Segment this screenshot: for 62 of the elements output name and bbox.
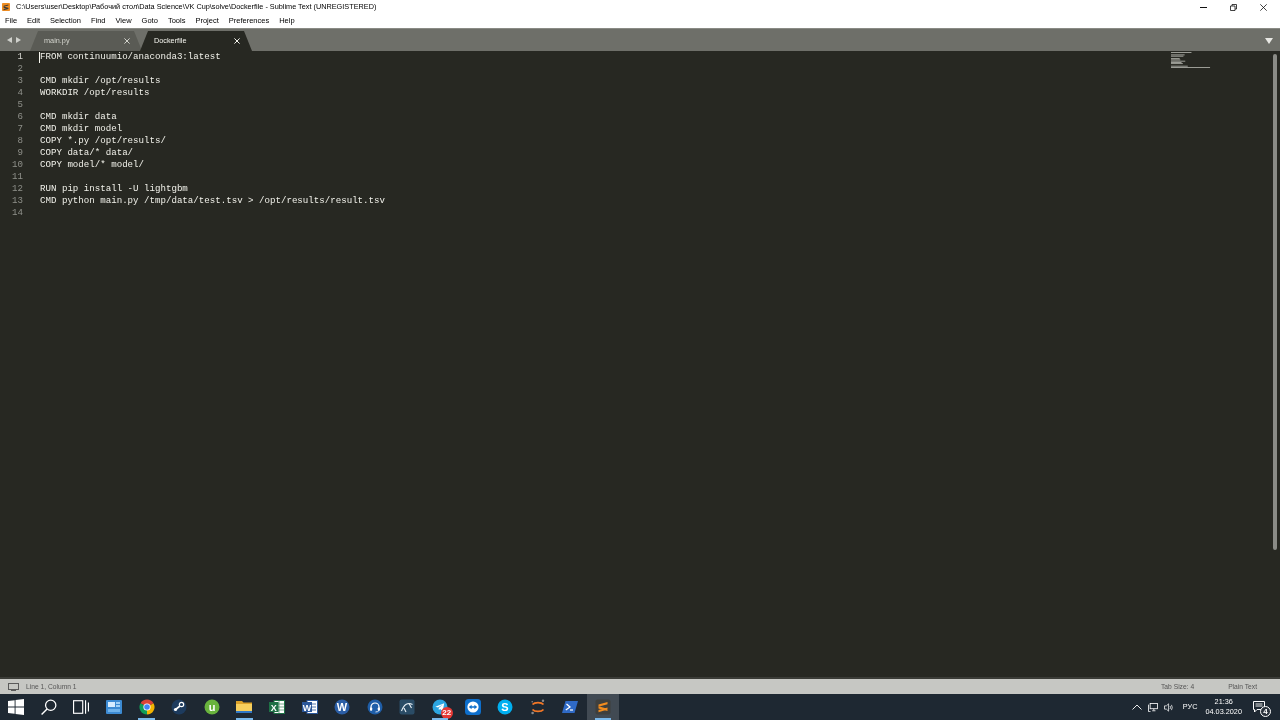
folder-icon bbox=[236, 699, 253, 715]
dropdown-icon[interactable] bbox=[1265, 38, 1273, 44]
line-number: 13 bbox=[11, 195, 23, 207]
double-arrow-icon bbox=[464, 699, 481, 715]
taskbar-button[interactable] bbox=[586, 694, 620, 720]
striped-tile-icon bbox=[2, 3, 10, 11]
code-line: CMD mkdir model bbox=[40, 123, 123, 135]
restore-icon bbox=[1229, 3, 1237, 11]
line-number: 14 bbox=[11, 207, 23, 219]
close-icon bbox=[1259, 3, 1267, 11]
line-number: 10 bbox=[11, 159, 23, 171]
line-number: 1 bbox=[16, 51, 23, 63]
minimize-icon bbox=[1199, 6, 1207, 8]
chevron-up-icon[interactable] bbox=[1131, 704, 1142, 710]
count-badge: 4 bbox=[1260, 706, 1271, 717]
letter-circle-icon: S bbox=[497, 699, 514, 715]
line-number: 5 bbox=[16, 99, 23, 111]
browser-icon bbox=[138, 699, 155, 715]
letter-circle-icon: W bbox=[334, 699, 351, 715]
code-line: COPY data/* data/ bbox=[40, 147, 134, 159]
code-line: CMD mkdir /opt/results bbox=[40, 75, 161, 87]
scrollbar-thumb[interactable] bbox=[1273, 54, 1277, 550]
code-line: CMD mkdir data bbox=[40, 111, 117, 123]
taskbar-button[interactable]: W bbox=[293, 694, 326, 720]
line-number: 11 bbox=[11, 171, 23, 183]
orbit-arcs-icon bbox=[529, 699, 546, 715]
speech-bubble-icon bbox=[1253, 701, 1265, 713]
screen-icon[interactable] bbox=[8, 682, 19, 691]
minimap[interactable] bbox=[1171, 52, 1211, 70]
task-view-icon bbox=[73, 699, 90, 715]
code-line: FROM continuumio/anaconda3:latest bbox=[40, 51, 221, 63]
start-icon bbox=[8, 699, 25, 715]
taskbar-button[interactable]: 22 bbox=[423, 694, 457, 720]
line-number: 7 bbox=[16, 123, 23, 135]
key-circle-icon bbox=[171, 699, 188, 715]
line-number: 8 bbox=[16, 135, 23, 147]
network-icon[interactable] bbox=[1147, 702, 1158, 712]
code-line: RUN pip install -U lightgbm bbox=[40, 183, 188, 195]
right-arrow-icon[interactable] bbox=[16, 37, 21, 43]
line-number: 3 bbox=[16, 75, 23, 87]
line-number: 9 bbox=[16, 147, 23, 159]
notification-button[interactable]: 4 bbox=[1246, 694, 1272, 720]
search-icon bbox=[40, 699, 57, 715]
code-line: COPY *.py /opt/results/ bbox=[40, 135, 166, 147]
taskbar-button[interactable]: W bbox=[325, 694, 359, 720]
curve-tile-icon bbox=[399, 699, 416, 715]
line-number: 4 bbox=[16, 87, 23, 99]
volume-icon[interactable] bbox=[1163, 702, 1174, 712]
line-number: 2 bbox=[16, 63, 23, 75]
code-line: WORKDIR /opt/results bbox=[40, 87, 150, 99]
code-line: COPY model/* model/ bbox=[40, 159, 145, 171]
window-tiles-icon bbox=[106, 699, 123, 715]
taskbar-button[interactable]: X bbox=[260, 694, 294, 720]
striped-tile-icon bbox=[595, 699, 611, 715]
letter-circle-icon: u bbox=[203, 699, 220, 715]
code-line: CMD python main.py /tmp/data/test.tsv > /opt/results/result.tsv bbox=[40, 195, 385, 207]
terminal-icon bbox=[562, 699, 579, 715]
text-cursor bbox=[39, 51, 40, 63]
line-number: 12 bbox=[11, 183, 23, 195]
headset-icon bbox=[366, 699, 383, 715]
line-number: 6 bbox=[16, 111, 23, 123]
left-arrow-icon[interactable] bbox=[7, 37, 12, 43]
